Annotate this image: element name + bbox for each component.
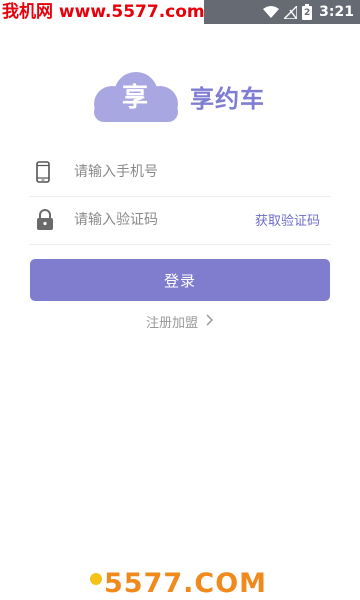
code-field: 获取验证码: [30, 196, 330, 245]
status-bar: 我机网 www.5577.com 2 3:21: [0, 0, 360, 24]
status-time: 3:21: [319, 4, 354, 20]
code-input[interactable]: [74, 206, 244, 234]
register-row: 注册加盟: [0, 312, 360, 331]
battery-icon: 2: [302, 4, 313, 20]
logo-cloud-text: 享: [121, 83, 148, 113]
phone-icon: [36, 161, 50, 187]
register-label: 注册加盟: [145, 316, 198, 331]
signal-off-icon: [284, 5, 298, 19]
phone-input[interactable]: [74, 158, 244, 186]
chevron-right-icon: [206, 313, 214, 330]
app-logo: 享 享约车: [86, 72, 276, 124]
login-button[interactable]: 登录: [30, 259, 330, 301]
phone-field: [30, 148, 330, 197]
get-code-button[interactable]: 获取验证码: [255, 210, 320, 229]
app-name: 享约车: [190, 85, 265, 113]
bottom-watermark-text: 5577.COM: [104, 568, 268, 599]
watermark-badge-icon: [90, 573, 102, 585]
wifi-icon: [263, 6, 280, 18]
battery-level: 2: [304, 8, 311, 18]
register-link[interactable]: 注册加盟: [146, 312, 214, 331]
lock-icon: [36, 209, 54, 235]
bottom-watermark: 5577.COM: [90, 568, 280, 600]
top-watermark: 我机网 www.5577.com: [0, 0, 205, 24]
status-icons: 2 3:21: [263, 0, 354, 24]
